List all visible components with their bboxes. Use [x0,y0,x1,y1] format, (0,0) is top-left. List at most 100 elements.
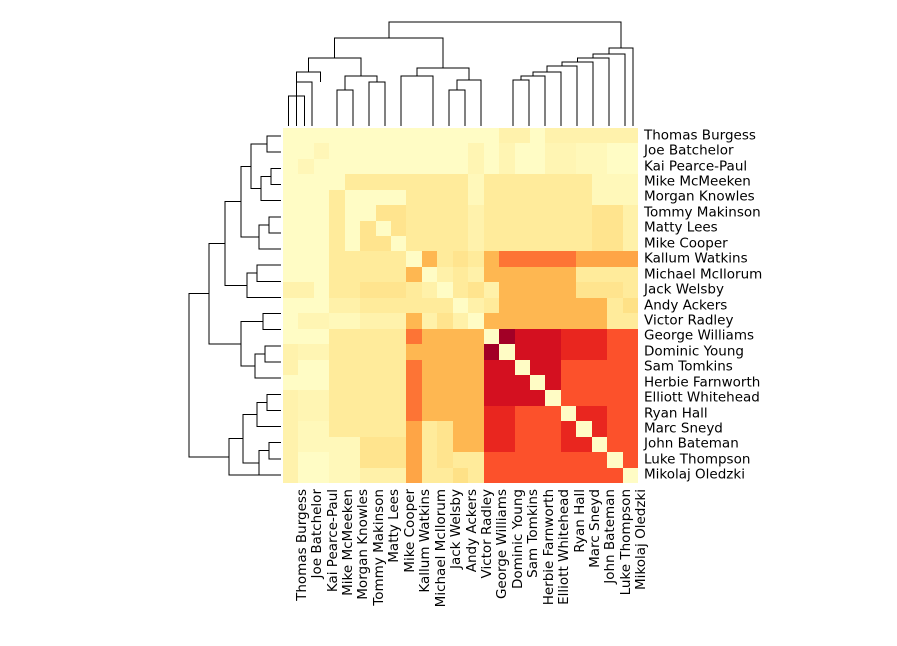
heatmap-cell [360,236,376,252]
heatmap-cell [468,328,484,345]
heatmap-cell [483,359,500,375]
heatmap-cell [499,390,515,406]
heatmap-cell [391,405,407,422]
heatmap-cell [560,143,577,159]
heatmap-cell [576,344,592,360]
heatmap-cell [622,174,638,190]
heatmap-cell [622,297,638,314]
heatmap-cell [483,220,500,237]
heatmap-cell [607,236,623,252]
heatmap-cell [622,328,638,345]
heatmap-cell [607,313,623,329]
row-label: Morgan Knowles [644,188,755,205]
row-label: Matty Lees [644,219,718,236]
heatmap-cell [591,297,608,314]
heatmap-cell [452,236,469,252]
heatmap-cell [437,143,453,159]
heatmap-cell [468,128,484,144]
heatmap-cell [298,158,314,175]
heatmap-cell [514,313,530,329]
heatmap-cell [313,282,330,298]
heatmap-cell [576,282,592,298]
heatmap-cell [406,344,422,360]
heatmap-cell [468,359,484,375]
heatmap-cell [607,251,623,267]
heatmap-cell [421,374,438,391]
heatmap-cell [283,266,299,283]
heatmap-cell [360,282,376,298]
heatmap-cell [514,266,530,283]
heatmap-cell [514,189,530,206]
heatmap-cell [283,158,299,175]
heatmap-cell [421,266,438,283]
heatmap-cell [529,220,546,237]
heatmap-cell [514,328,530,345]
heatmap-cell [344,390,361,406]
heatmap-grid [283,128,638,483]
heatmap-cell [283,143,299,159]
heatmap-cell [406,158,422,175]
row-label: Luke Thompson [644,451,751,468]
heatmap-cell [406,251,422,267]
row-label: John Bateman [644,435,739,452]
heatmap-cell [298,390,314,406]
heatmap-cell [529,128,546,144]
heatmap-cell [313,251,330,267]
heatmap-cell [313,374,330,391]
heatmap-cell [545,174,561,190]
heatmap-cell [622,405,638,422]
heatmap-cell [499,297,515,314]
heatmap-cell [344,374,361,391]
heatmap-cell [421,452,438,468]
heatmap-cell [468,266,484,283]
heatmap-cell [391,143,407,159]
heatmap-cell [406,282,422,298]
heatmap-cell [421,236,438,252]
heatmap-cell [406,174,422,190]
heatmap-cell [514,421,530,437]
clustermap-figure: Thomas Burgess Joe Batchelor Kai Pearce-Pa… [0,0,897,646]
heatmap-cell [468,158,484,175]
heatmap-cell [529,251,546,267]
heatmap-cell [391,359,407,375]
heatmap-cell [298,266,314,283]
heatmap-cell [499,143,515,159]
heatmap-cell [329,189,345,206]
heatmap-cell [298,189,314,206]
heatmap-cell [468,344,484,360]
row-label: Tommy Makinson [644,204,761,221]
heatmap-cell [344,266,361,283]
heatmap-cell [329,452,345,468]
heatmap-cell [313,236,330,252]
heatmap-cell [468,467,484,483]
column-label: Mikolaj Oledzki [633,489,650,590]
heatmap-cell [529,467,546,483]
heatmap-cell [483,467,500,483]
heatmap-cell [437,282,453,298]
heatmap-cell [576,452,592,468]
heatmap-cell [329,174,345,190]
heatmap-cell [313,189,330,206]
heatmap-cell [560,236,577,252]
heatmap-cell [421,128,438,144]
heatmap-cell [344,205,361,221]
heatmap-cell [452,452,469,468]
heatmap-cell [437,313,453,329]
heatmap-cell [622,421,638,437]
row-label: Joe Batchelor [644,142,734,159]
heatmap-cell [329,467,345,483]
heatmap-cell [406,236,422,252]
heatmap-cell [591,158,608,175]
column-label: Mike Cooper [401,489,418,573]
heatmap-cell [622,220,638,237]
heatmap-cell [329,251,345,267]
heatmap-cell [375,205,392,221]
heatmap-cell [437,251,453,267]
heatmap-cell [483,143,500,159]
heatmap-cell [607,405,623,422]
heatmap-cell [545,405,561,422]
heatmap-cell [313,313,330,329]
heatmap-cell [591,467,608,483]
heatmap-cell [329,405,345,422]
heatmap-cell [514,282,530,298]
